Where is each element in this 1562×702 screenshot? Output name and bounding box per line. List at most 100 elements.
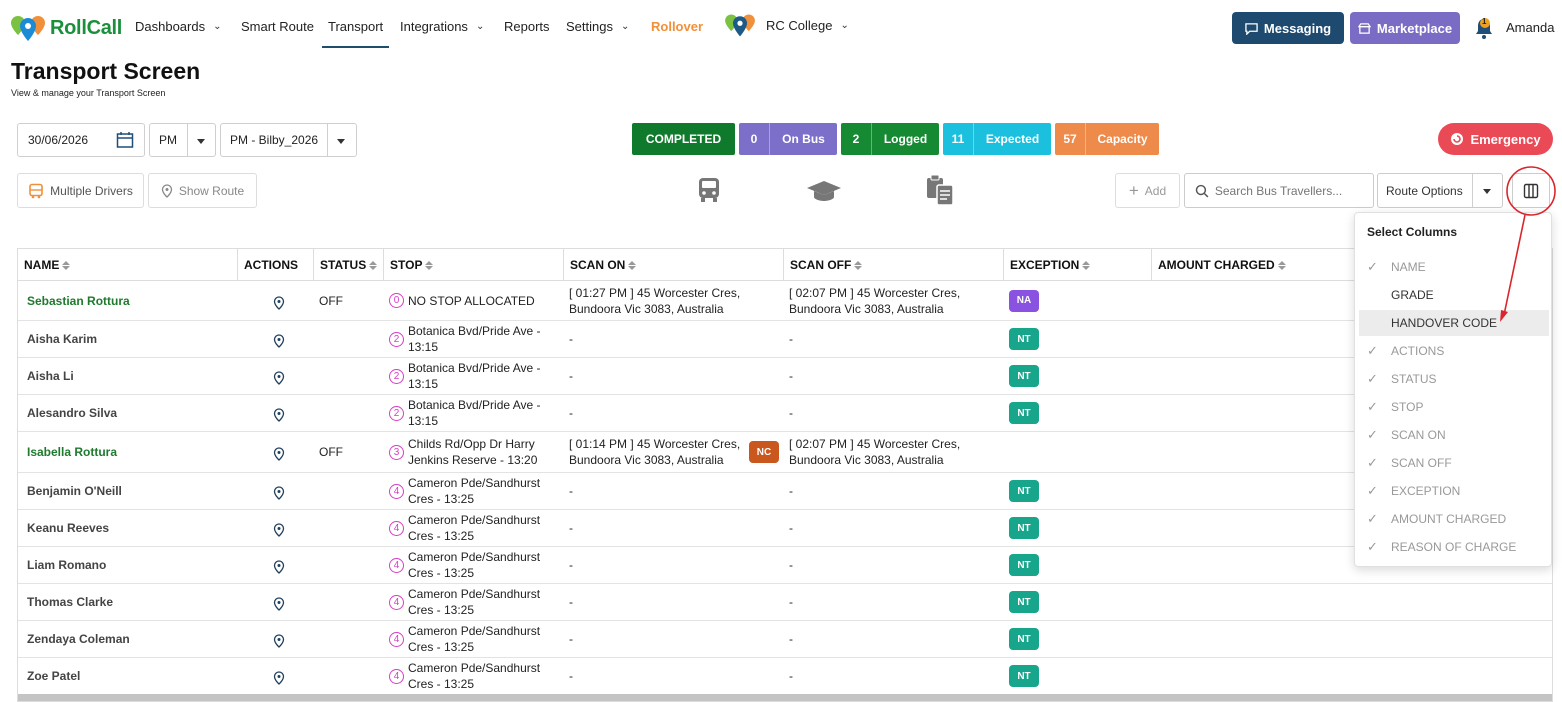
expected-stat[interactable]: 11 Expected [943,123,1051,155]
location-action[interactable] [273,584,285,620]
nav-dashboards[interactable]: Dashboards ⌄ [135,19,222,34]
exception-badge[interactable]: NT [1009,402,1039,424]
map-pin-icon [273,671,285,685]
bus-view-icon[interactable] [697,176,721,204]
nav-rollover[interactable]: Rollover [651,19,703,34]
col-name[interactable]: NAME [18,249,238,281]
location-action[interactable] [273,281,285,320]
nav-settings[interactable]: Settings ⌄ [566,19,629,34]
location-action[interactable] [273,547,285,583]
traveller-name[interactable]: Zoe Patel [27,669,80,683]
table-row[interactable]: Isabella Rottura OFF 3 Childs Rd/Opp Dr Har… [18,432,1552,473]
column-option[interactable]: ✓ EXCEPTION [1359,478,1549,504]
traveller-name[interactable]: Sebastian Rottura [27,294,130,308]
search-bus-travellers[interactable] [1184,173,1374,208]
exception-badge[interactable]: NT [1009,628,1039,650]
messaging-button[interactable]: Messaging [1232,12,1344,44]
on-bus-stat[interactable]: 0 On Bus [739,123,837,155]
map-pin-icon [273,560,285,574]
traveller-name[interactable]: Isabella Rottura [27,445,117,459]
col-stop[interactable]: STOP [384,249,564,281]
school-selector[interactable]: RC College ⌄ [722,11,849,39]
exception-badge[interactable]: NT [1009,480,1039,502]
col-name-label: NAME [24,258,60,272]
column-option[interactable]: ✓ STATUS [1359,366,1549,392]
table-row[interactable]: Aisha Karim 2 Botanica Bvd/Pride Ave - 13:1… [18,321,1552,358]
multiple-drivers-button[interactable]: Multiple Drivers [17,173,144,208]
emergency-button[interactable]: Emergency [1438,123,1553,155]
scan-on-line1: - [569,332,573,346]
traveller-name[interactable]: Liam Romano [27,558,106,572]
logged-stat[interactable]: 2 Logged [841,123,939,155]
nav-reports[interactable]: Reports [504,19,550,34]
date-picker[interactable]: 30/06/2026 [17,123,145,157]
marketplace-button[interactable]: Marketplace [1350,12,1460,44]
capacity-stat[interactable]: 57 Capacity [1055,123,1159,155]
horizontal-scrollbar[interactable] [18,694,1552,701]
traveller-name[interactable]: Aisha Li [27,369,74,383]
column-option[interactable]: ✓ REASON OF CHARGE [1359,534,1549,560]
traveller-name[interactable]: Thomas Clarke [27,595,113,609]
column-option[interactable]: ✓ STOP [1359,394,1549,420]
nav-integrations[interactable]: Integrations ⌄ [400,19,484,34]
user-name[interactable]: Amanda [1506,20,1554,35]
nav-transport[interactable]: Transport [322,19,390,48]
show-route-button[interactable]: Show Route [148,173,257,208]
location-action[interactable] [273,510,285,546]
add-button[interactable]: + Add [1115,173,1180,208]
stop-number-badge: 4 [389,520,404,536]
stop-time: 13:15 [408,340,439,354]
table-row[interactable]: Sebastian Rottura OFF 0 NO STOP ALLOCATED [ … [18,281,1552,321]
location-action[interactable] [273,395,285,431]
nc-badge[interactable]: NC [749,441,779,463]
table-row[interactable]: Zoe Patel 4 Cameron Pde/Sandhurst Cres - 13… [18,658,1552,695]
search-input[interactable] [1214,183,1373,198]
route-select[interactable]: PM - Bilby_2026 [220,123,357,157]
table-row[interactable]: Keanu Reeves 4 Cameron Pde/Sandhurst Cres -… [18,510,1552,547]
location-action[interactable] [273,621,285,657]
location-action[interactable] [273,432,285,472]
exception-badge[interactable]: NA [1009,289,1039,312]
traveller-name[interactable]: Aisha Karim [27,332,97,346]
route-options-button[interactable]: Route Options [1377,173,1503,208]
traveller-name[interactable]: Zendaya Coleman [27,632,130,646]
col-status[interactable]: STATUS [314,249,384,281]
exception-badge[interactable]: NT [1009,517,1039,539]
table-row[interactable]: Alesandro Silva 2 Botanica Bvd/Pride Ave -… [18,395,1552,432]
column-option[interactable]: ✓ AMOUNT CHARGED [1359,506,1549,532]
col-exception[interactable]: EXCEPTION [1004,249,1152,281]
traveller-name[interactable]: Alesandro Silva [27,406,117,420]
column-option-label: REASON OF CHARGE [1391,540,1517,554]
col-scan-on[interactable]: SCAN ON [564,249,784,281]
column-option[interactable]: ✓ SCAN OFF [1359,450,1549,476]
scan-off-line1: - [789,484,793,498]
graduation-cap-icon[interactable] [806,180,842,202]
table-row[interactable]: Liam Romano 4 Cameron Pde/Sandhurst Cres - … [18,547,1552,584]
table-row[interactable]: Zendaya Coleman 4 Cameron Pde/Sandhurst Cre… [18,621,1552,658]
nav-smart-route[interactable]: Smart Route [241,19,314,34]
column-option[interactable]: ✓ ACTIONS [1359,338,1549,364]
table-row[interactable]: Benjamin O'Neill 4 Cameron Pde/Sandhurst Cr… [18,473,1552,510]
location-action[interactable] [273,321,285,357]
col-scan-off[interactable]: SCAN OFF [784,249,1004,281]
notifications-bell[interactable]: 1 [1473,16,1495,45]
location-action[interactable] [273,358,285,394]
traveller-name[interactable]: Keanu Reeves [27,521,109,535]
on-bus-count: 0 [739,123,770,155]
rollcall-logo[interactable]: RollCall [10,12,122,44]
table-row[interactable]: Thomas Clarke 4 Cameron Pde/Sandhurst Cres … [18,584,1552,621]
exception-badge[interactable]: NT [1009,665,1039,687]
exception-badge[interactable]: NT [1009,365,1039,387]
exception-badge[interactable]: NT [1009,328,1039,350]
exception-badge[interactable]: NT [1009,554,1039,576]
traveller-name[interactable]: Benjamin O'Neill [27,484,122,498]
stop-name: Botanica Bvd/Pride Ave - [408,361,541,375]
location-action[interactable] [273,473,285,509]
location-action[interactable] [273,658,285,694]
table-row[interactable]: Aisha Li 2 Botanica Bvd/Pride Ave - 13:15 - -… [18,358,1552,395]
period-select[interactable]: PM [149,123,216,157]
exception-badge[interactable]: NT [1009,591,1039,613]
column-option[interactable]: ✓ SCAN ON [1359,422,1549,448]
clipboard-copy-icon[interactable] [925,174,955,206]
stop-number-badge: 4 [389,594,404,610]
